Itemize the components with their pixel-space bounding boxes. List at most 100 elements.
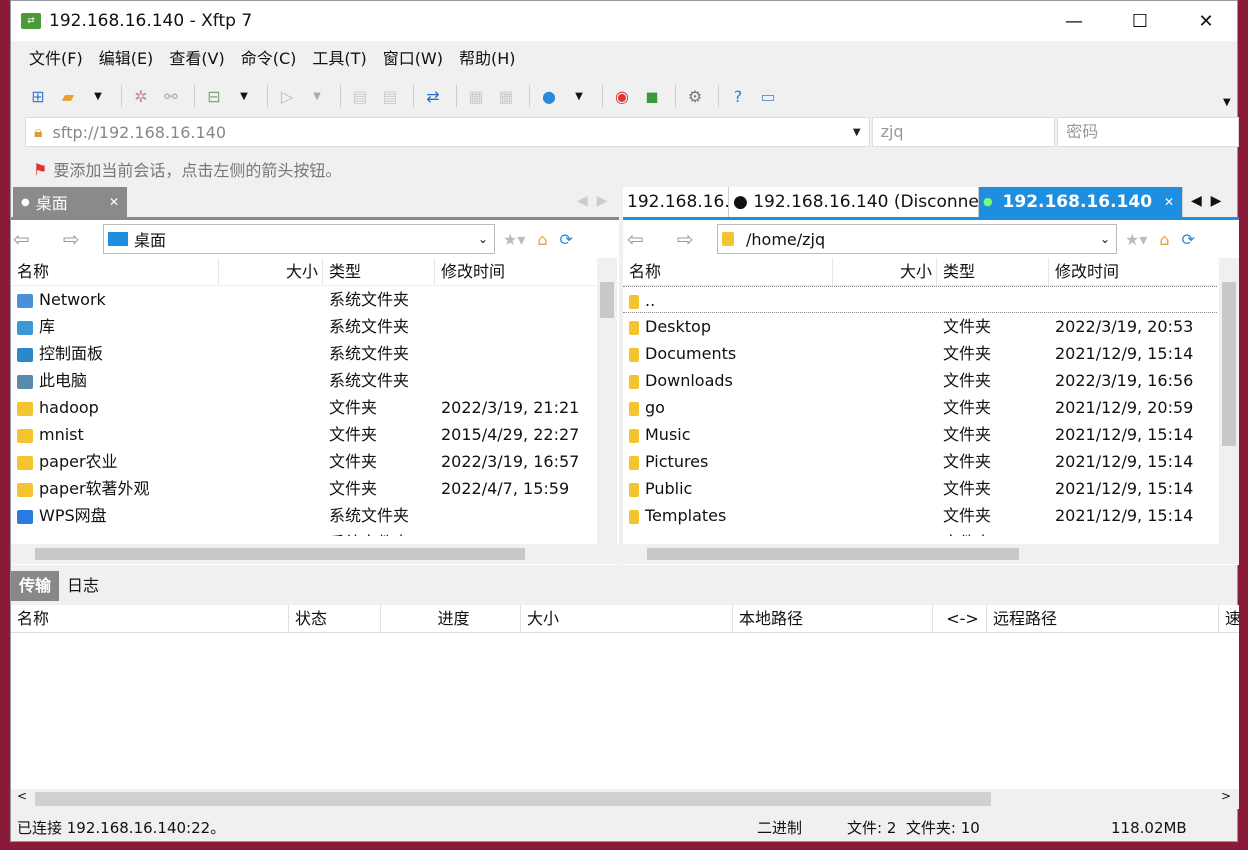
col-size[interactable]: 大小: [833, 258, 937, 285]
file-row[interactable]: user 文件夹2022/3/18, 19:52: [623, 529, 1217, 536]
menu-window[interactable]: 窗口(W): [375, 45, 451, 73]
toolbar-overflow-icon[interactable]: ▼: [1223, 97, 1231, 108]
remote-hscrollbar[interactable]: [623, 544, 1239, 564]
file-row[interactable]: ..: [623, 286, 1217, 313]
password-field[interactable]: 密码: [1057, 117, 1239, 147]
home-icon[interactable]: ⌂: [1159, 230, 1169, 249]
username-field[interactable]: zjq: [871, 117, 1056, 147]
tab-session-3[interactable]: ● 192.168.16.140 ✕: [979, 187, 1183, 217]
host-field[interactable]: 🔒︎ sftp://192.168.16.140 ▼: [25, 117, 870, 147]
tab-scroll-icon[interactable]: ◀ ▶: [577, 193, 607, 209]
close-icon[interactable]: ✕: [109, 195, 119, 209]
col-status[interactable]: 状态: [289, 605, 381, 632]
tab-log[interactable]: 日志: [59, 571, 107, 601]
col-mtime[interactable]: 修改时间: [435, 258, 597, 285]
open-folder-icon[interactable]: ▰: [55, 84, 81, 108]
star-icon[interactable]: ★▾: [1125, 230, 1147, 249]
maximize-button[interactable]: ☐: [1107, 1, 1173, 41]
tab-desktop[interactable]: ● 桌面 ✕: [13, 187, 127, 217]
transfer-hscrollbar[interactable]: < >: [11, 789, 1239, 809]
chevron-down-icon[interactable]: ⌄: [1100, 232, 1110, 246]
dropdown-icon[interactable]: ▼: [231, 84, 257, 108]
col-type[interactable]: 类型: [937, 258, 1049, 285]
paste-icon[interactable]: ▦: [493, 84, 519, 108]
col-size[interactable]: 大小: [521, 605, 733, 632]
file-row[interactable]: Music 文件夹 2021/12/9, 15:14: [623, 421, 1217, 448]
forward-icon[interactable]: ⇨: [677, 227, 717, 251]
reconnect-icon[interactable]: ⚯: [158, 84, 184, 108]
col-name[interactable]: 名称: [11, 605, 289, 632]
refresh-icon[interactable]: ⟳: [1182, 230, 1195, 249]
gear-icon[interactable]: ⚙: [682, 84, 708, 108]
col-local-path[interactable]: 本地路径: [733, 605, 933, 632]
forward-icon[interactable]: ⇨: [63, 227, 103, 251]
file-row[interactable]: WPS网盘 系统文件夹: [11, 502, 597, 529]
col-name[interactable]: 名称: [623, 258, 833, 285]
menu-help[interactable]: 帮助(H): [451, 45, 524, 73]
dropdown-icon[interactable]: ▼: [304, 84, 330, 108]
star-icon[interactable]: ★▾: [503, 230, 525, 249]
help-icon[interactable]: ?: [725, 84, 751, 108]
col-type[interactable]: 类型: [323, 258, 435, 285]
xshell-icon[interactable]: ◉: [609, 84, 635, 108]
col-speed[interactable]: 速: [1219, 605, 1239, 632]
file-row[interactable]: Public 文件夹 2021/12/9, 15:14: [623, 475, 1217, 502]
menu-file[interactable]: 文件(F): [21, 45, 91, 73]
minimize-button[interactable]: —: [1041, 1, 1107, 41]
file-row[interactable]: Network 系统文件夹: [11, 286, 597, 313]
tab-scroll-icon[interactable]: ◀ ▶: [1191, 193, 1221, 209]
tab-transfer[interactable]: 传输: [11, 571, 60, 601]
tab-session-1[interactable]: 192.168.16....: [623, 187, 729, 217]
local-path-input[interactable]: 桌面 ⌄: [103, 224, 495, 254]
menu-edit[interactable]: 编辑(E): [91, 45, 162, 73]
col-progress[interactable]: 进度: [381, 605, 521, 632]
close-icon[interactable]: ✕: [1164, 187, 1174, 217]
back-icon[interactable]: ⇦: [627, 227, 657, 251]
globe-icon[interactable]: ●: [536, 84, 562, 108]
xftp-icon[interactable]: ◼: [639, 84, 665, 108]
disconnect-icon[interactable]: ✲: [128, 84, 154, 108]
col-direction[interactable]: <->: [933, 605, 987, 632]
file-row[interactable]: zqi 系统文件夹2022/4/4, 10:15: [11, 529, 597, 536]
file-row[interactable]: paper农业 文件夹 2022/3/19, 16:57: [11, 448, 597, 475]
file-row[interactable]: Pictures 文件夹 2021/12/9, 15:14: [623, 448, 1217, 475]
dropdown-icon[interactable]: ▼: [566, 84, 592, 108]
tab-session-2[interactable]: ● 192.168.16.140 (Disconne...: [729, 187, 979, 217]
remote-path-input[interactable]: /home/zjq ⌄: [717, 224, 1117, 254]
upload-icon[interactable]: ▤: [347, 84, 373, 108]
home-icon[interactable]: ⌂: [537, 230, 547, 249]
file-row[interactable]: 控制面板 系统文件夹: [11, 340, 597, 367]
chat-icon[interactable]: ▭: [755, 84, 781, 108]
sync-icon[interactable]: ⇄: [420, 84, 446, 108]
new-session-icon[interactable]: ⊞: [25, 84, 51, 108]
back-icon[interactable]: ⇦: [13, 227, 43, 251]
arrow-icon[interactable]: ⚑: [33, 160, 47, 179]
chevron-down-icon[interactable]: ⌄: [478, 232, 488, 246]
local-vscrollbar[interactable]: [597, 258, 617, 544]
col-remote-path[interactable]: 远程路径: [987, 605, 1219, 632]
local-hscrollbar[interactable]: [11, 544, 619, 564]
file-row[interactable]: 库 系统文件夹: [11, 313, 597, 340]
new-window-icon[interactable]: ⊟: [201, 84, 227, 108]
remote-vscrollbar[interactable]: [1219, 258, 1239, 544]
refresh-icon[interactable]: ⟳: [560, 230, 573, 249]
chevron-down-icon[interactable]: ▼: [853, 127, 861, 138]
menu-view[interactable]: 查看(V): [161, 45, 232, 73]
col-size[interactable]: 大小: [219, 258, 323, 285]
download-icon[interactable]: ▤: [377, 84, 403, 108]
file-row[interactable]: hadoop 文件夹 2022/3/19, 21:21: [11, 394, 597, 421]
file-row[interactable]: go 文件夹 2021/12/9, 20:59: [623, 394, 1217, 421]
menu-command[interactable]: 命令(C): [233, 45, 305, 73]
file-row[interactable]: 此电脑 系统文件夹: [11, 367, 597, 394]
col-mtime[interactable]: 修改时间: [1049, 258, 1217, 285]
file-row[interactable]: paper软著外观 文件夹 2022/4/7, 15:59: [11, 475, 597, 502]
file-row[interactable]: mnist 文件夹 2015/4/29, 22:27: [11, 421, 597, 448]
file-row[interactable]: Desktop 文件夹 2022/3/19, 20:53: [623, 313, 1217, 340]
col-name[interactable]: 名称: [11, 258, 219, 285]
menu-tools[interactable]: 工具(T): [304, 45, 374, 73]
close-button[interactable]: ✕: [1173, 1, 1239, 41]
copy-icon[interactable]: ▦: [463, 84, 489, 108]
dropdown-icon[interactable]: ▼: [85, 84, 111, 108]
file-row[interactable]: Downloads 文件夹 2022/3/19, 16:56: [623, 367, 1217, 394]
play-icon[interactable]: ▷: [274, 84, 300, 108]
